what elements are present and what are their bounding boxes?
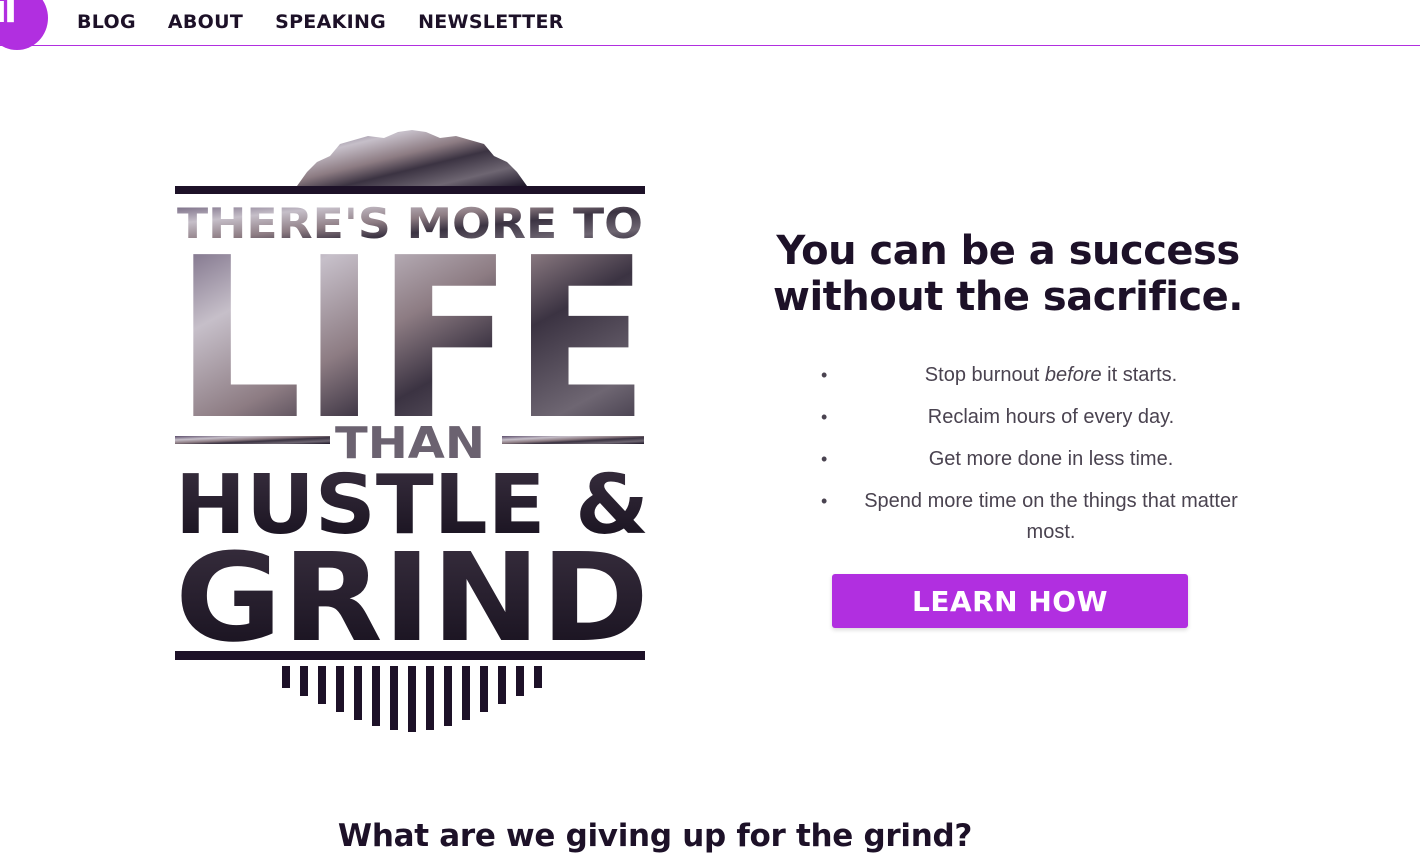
section-heading: What are we giving up for the grind? (337, 818, 973, 854)
poster-rule-right (502, 436, 644, 444)
poster-rule-left (175, 436, 330, 444)
top-navigation-bar: il BLOG ABOUT SPEAKING NEWSLETTER (0, 0, 1420, 50)
hero-headline: You can be a success without the sacrifi… (760, 228, 1256, 320)
nav-speaking[interactable]: SPEAKING (275, 11, 386, 33)
bullet-icon: • (821, 491, 828, 511)
poster-stripes (282, 666, 542, 732)
poster-line5: GRIND (175, 527, 649, 669)
poster-graphic: THERE'S MORE TO LIFE THAN HUSTLE & GRIND (175, 130, 649, 732)
site-logo[interactable]: il (0, 0, 48, 50)
benefit-item: • Get more done in less time. (816, 444, 1256, 475)
headline-line1: You can be a success (776, 228, 1240, 274)
headline-line2: without the sacrifice. (772, 274, 1244, 320)
bullet-icon: • (821, 365, 828, 385)
bullet-icon: • (821, 407, 828, 427)
poster-crown (297, 130, 527, 186)
benefit-item: • Spend more time on the things that mat… (816, 486, 1256, 548)
bullet-icon: • (821, 449, 828, 469)
learn-how-button[interactable]: LEARN HOW (832, 574, 1188, 628)
benefit-item: • Reclaim hours of every day. (816, 402, 1256, 433)
nav-newsletter[interactable]: NEWSLETTER (418, 11, 564, 33)
logo-text: il (0, 0, 17, 31)
hero-poster-image: THERE'S MORE TO LIFE THAN HUSTLE & GRIND (172, 128, 652, 733)
nav-about[interactable]: ABOUT (168, 11, 243, 33)
main-nav: BLOG ABOUT SPEAKING NEWSLETTER (77, 0, 564, 44)
poster-rule-bottom (175, 651, 645, 660)
benefit-list: • Stop burnout before it starts. • Recla… (816, 360, 1256, 548)
nav-blog[interactable]: BLOG (77, 11, 136, 33)
benefit-item: • Stop burnout before it starts. (816, 360, 1256, 391)
poster-rule-top (175, 186, 645, 194)
hero-content: You can be a success without the sacrifi… (760, 228, 1256, 628)
